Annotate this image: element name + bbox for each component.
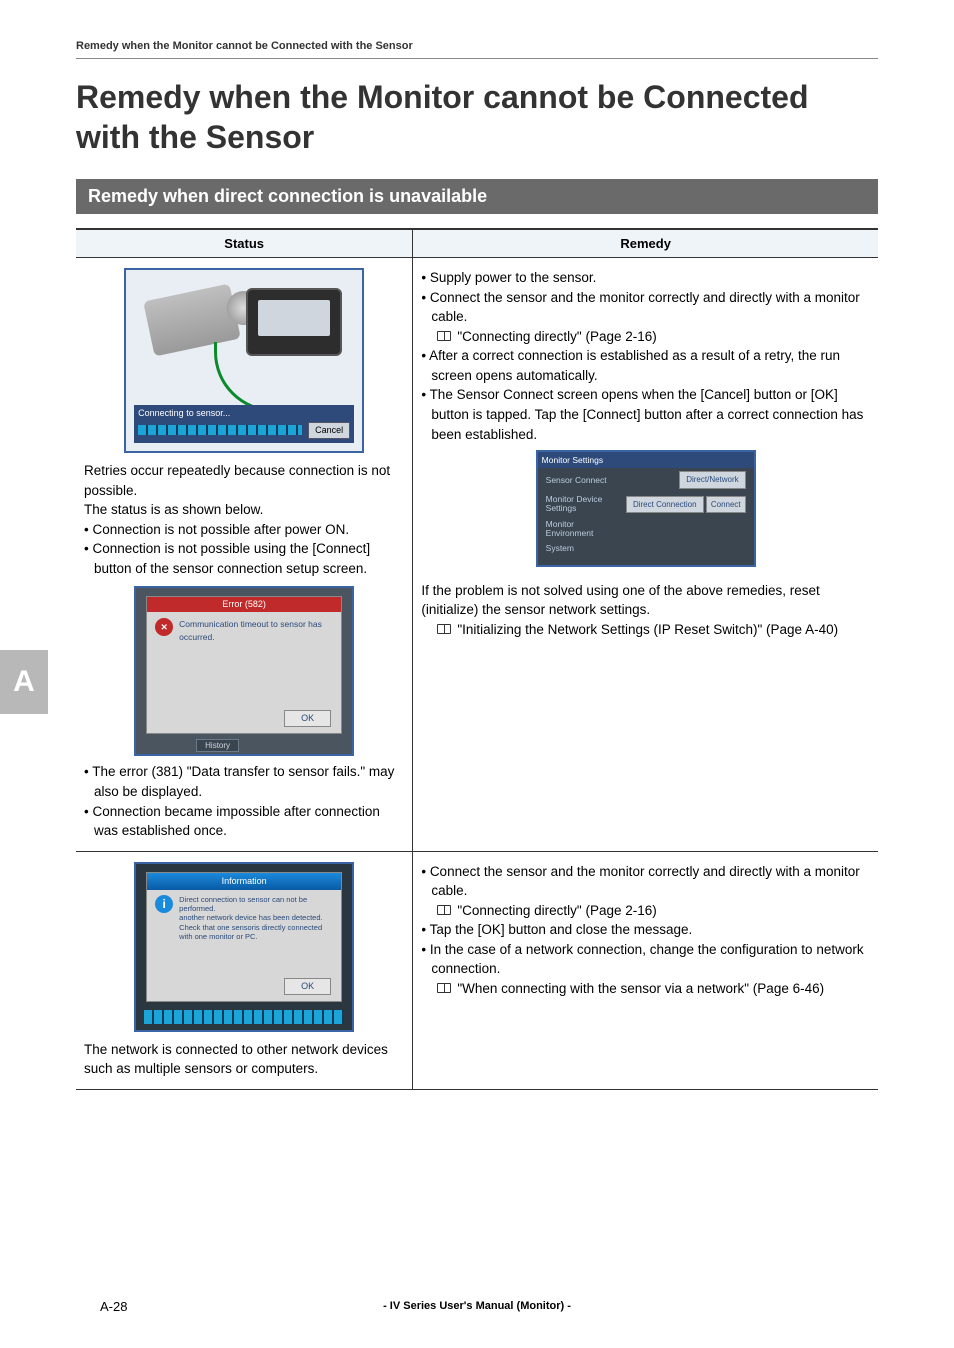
table-row: Information i Direct connection to senso… — [76, 851, 878, 1089]
footer-text: - IV Series User's Manual (Monitor) - — [0, 1300, 954, 1312]
list-item: Connect the sensor and the monitor corre… — [421, 288, 870, 327]
book-icon — [437, 331, 451, 341]
settings-label: Sensor Connect — [546, 476, 624, 485]
status-text: The status is as shown below. — [84, 500, 404, 520]
connecting-illustration: Connecting to sensor... Cancel — [124, 268, 364, 453]
book-icon — [437, 624, 451, 634]
remedy-text: If the problem is not solved using one o… — [421, 581, 870, 620]
appendix-tab: A — [0, 650, 48, 714]
status-text: The network is connected to other networ… — [84, 1040, 404, 1079]
status-text: Retries occur repeatedly because connect… — [84, 461, 404, 500]
error-dialog-illustration: Error (582) ✕ Communication timeout to s… — [134, 586, 354, 756]
cancel-button[interactable]: Cancel — [308, 422, 350, 439]
list-item: Connect the sensor and the monitor corre… — [421, 862, 870, 901]
settings-value[interactable]: Direct/Network — [679, 471, 745, 489]
list-item: Connection became impossible after conne… — [84, 802, 404, 841]
th-status: Status — [76, 229, 413, 258]
list-item: In the case of a network connection, cha… — [421, 940, 870, 979]
settings-value[interactable]: Direct Connection — [626, 496, 704, 514]
cross-reference: "Connecting directly" (Page 2-16) — [457, 327, 656, 347]
cross-reference: "When connecting with the sensor via a n… — [457, 979, 824, 999]
remedy-table: Status Remedy Connecting to sensor... — [76, 228, 878, 1090]
settings-label: System — [546, 544, 624, 553]
ok-button[interactable]: OK — [284, 710, 331, 727]
ok-button[interactable]: OK — [284, 978, 331, 995]
error-title: Error (582) — [147, 597, 341, 612]
monitor-settings-illustration: Monitor Settings Sensor Connect Direct/N… — [536, 450, 756, 567]
info-title: Information — [147, 873, 341, 890]
info-icon: i — [155, 895, 173, 913]
progress-bar — [138, 425, 302, 435]
running-head: Remedy when the Monitor cannot be Connec… — [76, 40, 878, 59]
cross-reference: "Initializing the Network Settings (IP R… — [457, 620, 838, 640]
progress-bar — [144, 1010, 344, 1024]
settings-label: Monitor Environment — [546, 520, 624, 539]
book-icon — [437, 905, 451, 915]
list-item: After a correct connection is establishe… — [421, 346, 870, 385]
section-heading: Remedy when direct connection is unavail… — [76, 179, 878, 214]
history-tab[interactable]: History — [196, 739, 239, 753]
error-icon: ✕ — [155, 618, 173, 636]
info-message: Direct connection to sensor can not be p… — [179, 895, 333, 942]
connect-button[interactable]: Connect — [706, 496, 746, 514]
list-item: Connection is not possible after power O… — [84, 520, 404, 540]
monitor-settings-title: Monitor Settings — [538, 452, 754, 468]
list-item: The Sensor Connect screen opens when the… — [421, 385, 870, 444]
list-item: Connection is not possible using the [Co… — [84, 539, 404, 578]
settings-label: Monitor Device Settings — [546, 495, 624, 514]
list-item: Tap the [OK] button and close the messag… — [421, 920, 870, 940]
list-item: The error (381) "Data transfer to sensor… — [84, 762, 404, 801]
cross-reference: "Connecting directly" (Page 2-16) — [457, 901, 656, 921]
table-row: Connecting to sensor... Cancel Retries o… — [76, 258, 878, 852]
information-dialog-illustration: Information i Direct connection to senso… — [134, 862, 354, 1032]
cable-icon — [214, 342, 314, 412]
th-remedy: Remedy — [413, 229, 878, 258]
list-item: Supply power to the sensor. — [421, 268, 870, 288]
error-message: Communication timeout to sensor has occu… — [179, 618, 333, 643]
book-icon — [437, 983, 451, 993]
connecting-label: Connecting to sensor... — [138, 408, 230, 418]
page-title: Remedy when the Monitor cannot be Connec… — [76, 77, 878, 157]
